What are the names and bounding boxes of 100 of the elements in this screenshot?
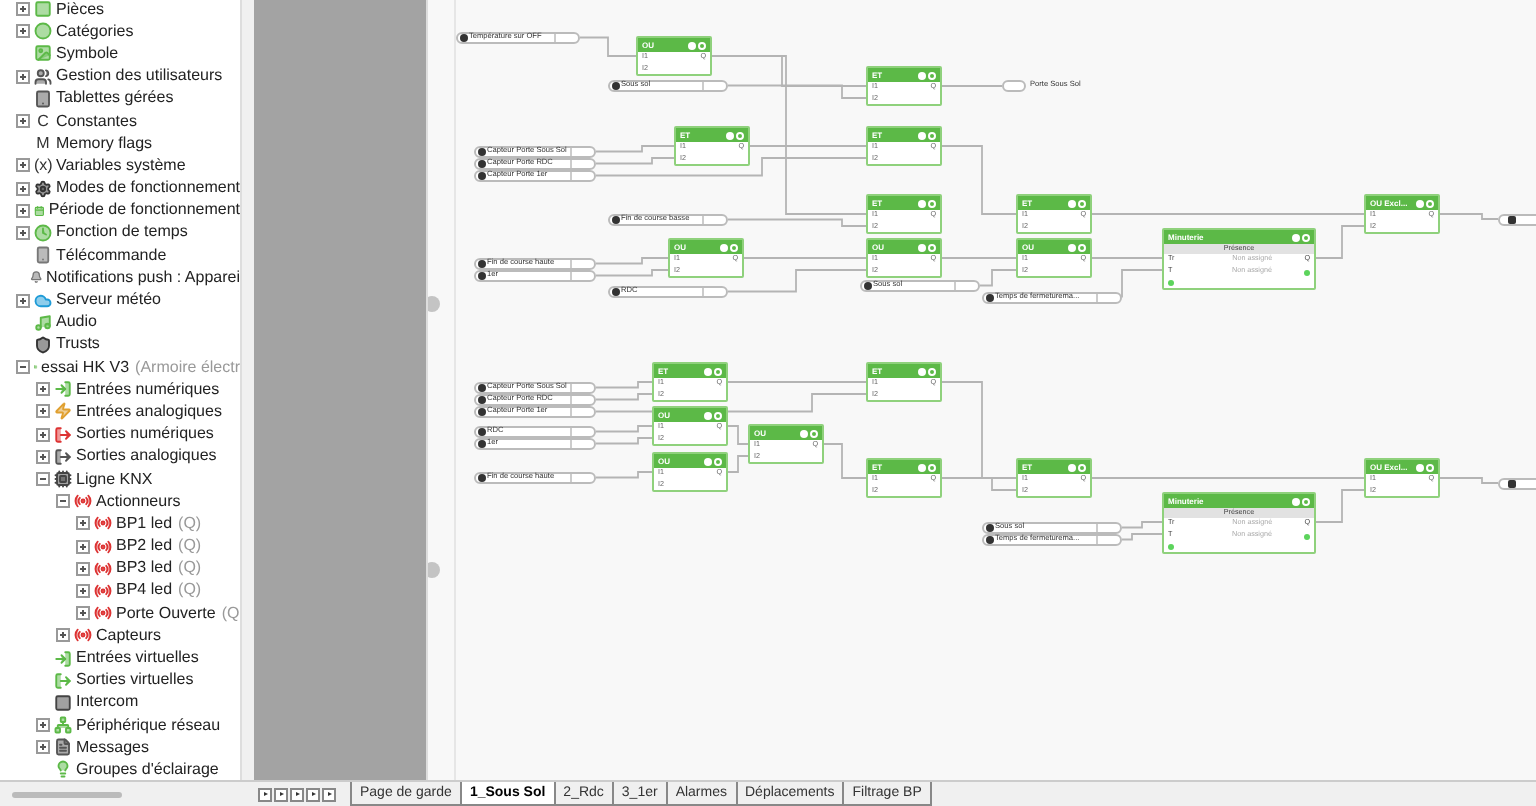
tree-item[interactable]: Symbole	[56, 45, 119, 62]
expand-toggle[interactable]	[16, 69, 30, 84]
connector-line	[979, 269, 1017, 287]
expand-toggle[interactable]	[16, 203, 30, 218]
output-node[interactable]	[1498, 214, 1536, 225]
tree-item[interactable]: essai HK V3	[41, 359, 130, 376]
document-icon	[54, 738, 72, 757]
nav-button[interactable]	[306, 787, 320, 801]
tree-item[interactable]: Groupes d'éclairage	[76, 761, 219, 778]
tree-item[interactable]: Sorties numériques	[76, 426, 214, 443]
connector-line	[727, 455, 749, 473]
tree-item[interactable]: Entrées virtuelles	[76, 650, 199, 667]
expand-toggle[interactable]	[16, 158, 30, 173]
connector-line	[595, 471, 653, 479]
tree-item-suffix: (Q)	[178, 538, 202, 555]
expand-toggle[interactable]	[36, 382, 50, 397]
tree-item-suffix: (Q)	[178, 515, 202, 532]
tree-item[interactable]: Trusts	[56, 336, 100, 353]
expand-toggle[interactable]	[76, 516, 90, 531]
nav-button[interactable]	[258, 787, 272, 801]
nav-button[interactable]	[274, 787, 288, 801]
expand-toggle[interactable]	[36, 427, 50, 442]
tree-item[interactable]: Périphérique réseau	[76, 717, 221, 734]
expand-toggle[interactable]	[16, 181, 30, 196]
tree-item[interactable]: Messages	[76, 739, 149, 756]
tree-item[interactable]: Gestion des utilisateurs	[56, 68, 223, 85]
tree-item-suffix: (Q)	[178, 582, 202, 599]
connector-line	[941, 145, 1017, 215]
music-icon	[34, 313, 52, 332]
scrollbar[interactable]	[240, 0, 254, 780]
connector-line	[727, 381, 867, 383]
expand-toggle[interactable]	[36, 718, 50, 733]
tree-item[interactable]: Ligne KNX	[76, 471, 153, 488]
connector-line	[595, 257, 669, 265]
tree-item[interactable]: Télécommande	[56, 247, 167, 264]
connector-icon	[612, 216, 619, 223]
handle-icon[interactable]	[428, 562, 440, 578]
tree-item[interactable]: Capteurs	[96, 627, 161, 644]
chip-icon	[54, 470, 72, 489]
expand-toggle[interactable]	[36, 404, 50, 419]
collapse-toggle[interactable]	[36, 472, 50, 487]
tree-item[interactable]: Entrées analogiques	[76, 403, 222, 420]
tree-item[interactable]: BP4 led	[116, 582, 173, 599]
tree-item[interactable]: Variables système	[56, 157, 186, 174]
connector-line	[579, 36, 637, 57]
tree-item[interactable]: BP1 led	[116, 515, 173, 532]
tree-item[interactable]: Sorties virtuelles	[76, 672, 194, 689]
scrollbar-thumb[interactable]	[12, 791, 122, 797]
tree-item[interactable]: Serveur météo	[56, 292, 161, 309]
expand-toggle[interactable]	[36, 449, 50, 464]
tree-item[interactable]: Modes de fonctionnement	[55, 180, 240, 197]
expand-toggle[interactable]	[56, 628, 70, 643]
tree-item[interactable]: BP3 led	[116, 560, 173, 577]
tree-item[interactable]: Memory flags	[56, 135, 153, 152]
expand-toggle[interactable]	[16, 114, 30, 129]
tree-item[interactable]: BP2 led	[116, 538, 173, 555]
handle-icon[interactable]	[428, 296, 440, 312]
output-icon	[54, 671, 72, 690]
connector-line	[595, 145, 675, 153]
expand-toggle[interactable]	[36, 740, 50, 755]
nav-button[interactable]	[290, 787, 304, 801]
connector-line	[1315, 225, 1365, 259]
expand-toggle[interactable]	[16, 293, 30, 308]
image-icon	[34, 44, 52, 63]
tree-item[interactable]: Intercom	[76, 694, 139, 711]
expand-toggle[interactable]	[76, 561, 90, 576]
users-icon	[34, 67, 52, 86]
expand-toggle[interactable]	[76, 606, 90, 621]
tree-item[interactable]: Audio	[56, 314, 97, 331]
intercom-icon	[54, 693, 72, 712]
nav-button[interactable]	[322, 787, 336, 801]
collapse-toggle[interactable]	[16, 360, 30, 375]
connector-line	[727, 218, 867, 227]
tree-item[interactable]: Période de fonctionnement	[48, 202, 240, 219]
expand-toggle[interactable]	[16, 24, 30, 39]
tree-item[interactable]: Actionneurs	[96, 493, 181, 510]
expand-toggle[interactable]	[76, 539, 90, 554]
remote-icon	[34, 246, 52, 265]
expand-toggle[interactable]	[76, 583, 90, 598]
output-node[interactable]	[1498, 478, 1536, 489]
tree-item[interactable]: Pièces	[56, 1, 105, 18]
tree-item[interactable]: Catégories	[56, 23, 134, 40]
connector-icon	[612, 82, 619, 89]
connector-line	[727, 269, 867, 293]
tree-item[interactable]: Constantes	[56, 113, 137, 130]
tree-item[interactable]: Sorties analogiques	[76, 448, 217, 465]
connector-line	[941, 85, 1003, 87]
cloud-icon	[34, 291, 52, 310]
tree-item[interactable]: Entrées numériques	[76, 381, 220, 398]
actuator-icon	[94, 581, 112, 600]
connector-line	[1121, 521, 1163, 529]
tree-item[interactable]: Tablettes gérées	[56, 90, 174, 107]
tree-item[interactable]: Porte Ouverte	[116, 605, 216, 622]
collapse-toggle[interactable]	[56, 494, 70, 509]
expand-toggle[interactable]	[16, 225, 30, 240]
expand-toggle[interactable]	[16, 2, 30, 17]
tree-item[interactable]: Notifications push : Apparei	[46, 269, 240, 286]
connector-line	[743, 257, 867, 259]
connector-line	[1121, 533, 1163, 541]
tree-item[interactable]: Fonction de temps	[56, 224, 188, 241]
